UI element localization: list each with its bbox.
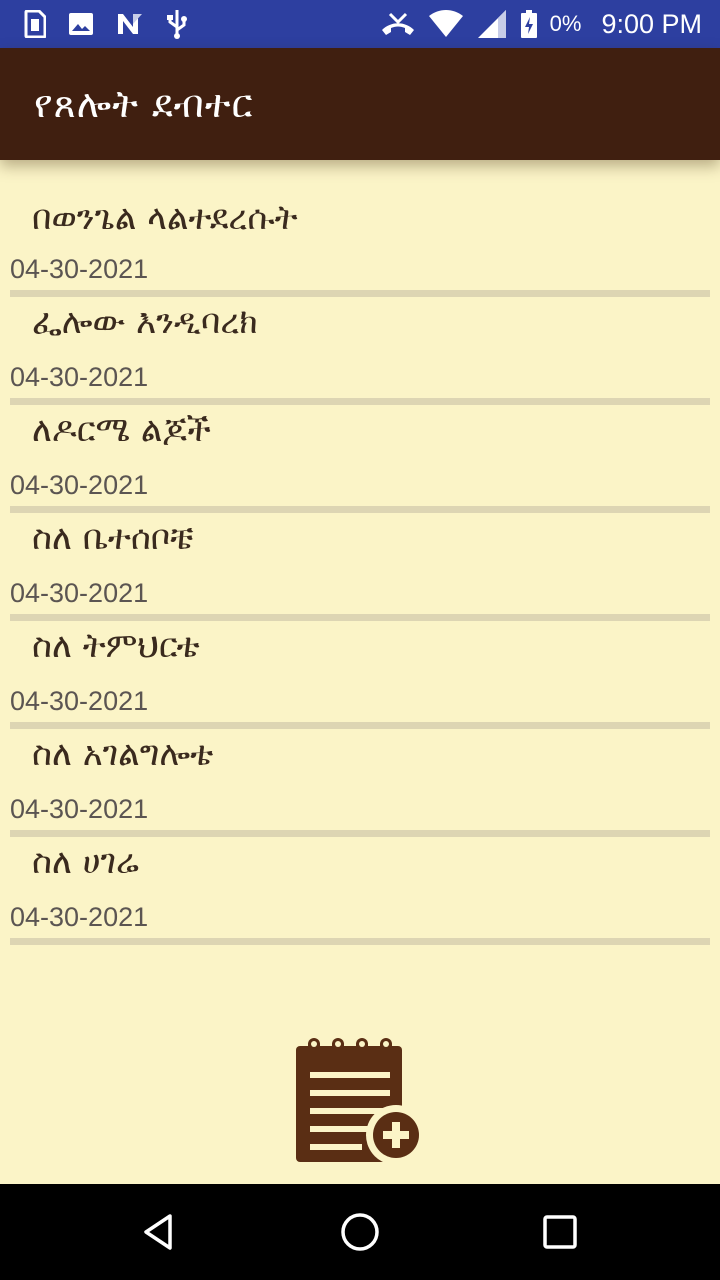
nav-home-button[interactable]	[312, 1184, 408, 1280]
usb-icon	[166, 9, 188, 39]
note-title: ስለ አገልግሎቴ	[32, 734, 214, 774]
back-icon	[144, 1214, 172, 1250]
sim-card-icon	[24, 10, 46, 38]
status-clock: 9:00 PM	[601, 8, 702, 39]
note-item[interactable]: ለዶርሜ ልጆች 04-30-2021	[0, 376, 720, 513]
notepad-add-icon	[296, 1038, 426, 1165]
note-list: በወንጌል ላልተደረሱት 04-30-2021 ፌሎው እንዲባረክ 04-3…	[0, 160, 720, 945]
note-title: በወንጌል ላልተደረሱት	[32, 198, 298, 238]
note-item[interactable]: ስለ ሀገሬ 04-30-2021	[0, 808, 720, 945]
nav-bar	[0, 1184, 720, 1280]
status-bar: 0% 9:00 PM	[0, 0, 720, 48]
home-icon	[341, 1213, 379, 1251]
note-title: ስለ ቤተሰቦቼ	[32, 518, 194, 558]
battery-percent: 0%	[549, 11, 582, 36]
n-notification-icon	[116, 12, 144, 36]
status-left-icons	[24, 0, 188, 48]
app-title: የጸሎት ደብተር	[34, 82, 254, 126]
note-item[interactable]: ስለ አገልግሎቴ 04-30-2021	[0, 700, 720, 837]
nav-recents-button[interactable]	[512, 1184, 608, 1280]
status-right-icons: 0% 9:00 PM	[380, 0, 702, 48]
wifi-icon	[428, 10, 464, 38]
note-item[interactable]: ስለ ትምህርቴ 04-30-2021	[0, 592, 720, 729]
note-title: ስለ ትምህርቴ	[32, 626, 200, 666]
note-item[interactable]: ፌሎው እንዲባረክ 04-30-2021	[0, 268, 720, 405]
note-title: ፌሎው እንዲባረክ	[32, 302, 258, 342]
battery-charging-icon	[520, 9, 538, 39]
nav-back-button[interactable]	[112, 1184, 208, 1280]
image-icon	[68, 12, 94, 36]
note-item[interactable]: በወንጌል ላልተደረሱት 04-30-2021	[0, 160, 720, 297]
note-item[interactable]: ስለ ቤተሰቦቼ 04-30-2021	[0, 484, 720, 621]
recents-icon	[543, 1215, 577, 1249]
note-divider	[10, 938, 710, 945]
app-bar: የጸሎት ደብተር	[0, 48, 720, 160]
note-date: 04-30-2021	[10, 902, 149, 932]
add-note-button[interactable]	[292, 1034, 428, 1166]
note-title: ለዶርሜ ልጆች	[32, 410, 211, 450]
missed-call-icon	[380, 11, 416, 37]
signal-icon	[476, 9, 508, 39]
note-title: ስለ ሀገሬ	[32, 842, 139, 882]
